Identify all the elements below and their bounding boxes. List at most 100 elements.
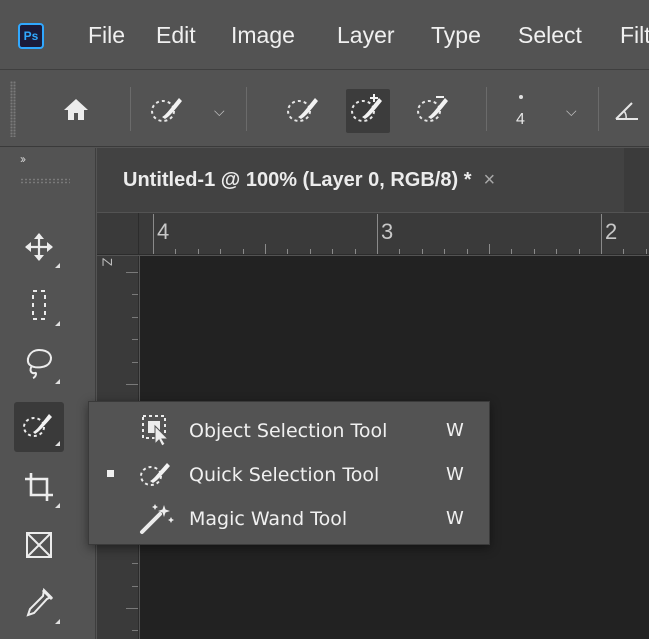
flyout-item-label: Object Selection Tool: [189, 420, 388, 442]
flyout-item-label: Magic Wand Tool: [189, 508, 348, 530]
options-bar: ⌵ 4 ⌵: [0, 71, 649, 147]
options-separator: [598, 87, 599, 131]
ruler-label: 4: [157, 219, 170, 244]
ruler-tick: [355, 249, 356, 254]
ruler-tick: [132, 630, 138, 631]
crop-tool-icon: [23, 471, 55, 508]
ruler-tick: [579, 249, 580, 254]
move-tool[interactable]: [14, 224, 64, 274]
brush-dot-icon: [519, 95, 523, 99]
ruler-tick: [132, 339, 138, 340]
new-selection-button[interactable]: [284, 91, 324, 131]
close-icon[interactable]: ×: [484, 169, 496, 192]
ruler-tick: [377, 214, 378, 254]
document-tab[interactable]: Untitled-1 @ 100% (Layer 0, RGB/8) * ×: [97, 148, 624, 212]
menu-image[interactable]: Image: [231, 22, 295, 49]
flyout-item-magic-wand[interactable]: Magic Wand Tool W: [89, 496, 489, 540]
ruler-tick: [126, 608, 138, 609]
ruler-tick: [467, 249, 468, 254]
ruler-tick: [126, 384, 138, 385]
ruler-tick: [623, 249, 624, 254]
eyedropper-tool[interactable]: [14, 580, 64, 630]
menu-layer[interactable]: Layer: [337, 22, 395, 49]
ruler-tick: [220, 249, 221, 254]
flyout-item-label: Quick Selection Tool: [189, 464, 380, 486]
ruler-tick: [126, 272, 138, 273]
ruler-tick: [132, 294, 138, 295]
tools-panel-grip[interactable]: [20, 178, 70, 184]
document-tab-bar: Untitled-1 @ 100% (Layer 0, RGB/8) * ×: [97, 148, 649, 212]
ruler-tick: [399, 249, 400, 254]
selection-tools-flyout: Object Selection Tool W Quick Selection …: [88, 401, 490, 545]
options-separator: [486, 87, 487, 131]
ruler-tick: [132, 317, 138, 318]
quick-selection-icon: [137, 456, 177, 492]
selected-indicator: [107, 470, 114, 477]
ruler-origin[interactable]: [97, 213, 139, 255]
ruler-tick: [198, 249, 199, 254]
new-selection-brush-icon: [285, 93, 323, 130]
options-separator: [130, 87, 131, 131]
tool-group-indicator: [55, 321, 60, 326]
tool-group-indicator: [55, 503, 60, 508]
tool-group-indicator: [55, 441, 60, 446]
frame-tool[interactable]: [14, 522, 64, 572]
menu-filter[interactable]: Filt: [620, 22, 649, 49]
ruler-tick: [132, 563, 138, 564]
brush-size-value: 4: [516, 111, 525, 128]
options-separator: [246, 87, 247, 131]
menu-file[interactable]: File: [88, 22, 125, 49]
collapse-panel-button[interactable]: ››: [20, 152, 26, 166]
tool-preset-picker[interactable]: [142, 91, 194, 131]
lasso-tool[interactable]: [14, 340, 64, 390]
menu-edit[interactable]: Edit: [156, 22, 196, 49]
brush-size-picker[interactable]: 4: [508, 87, 538, 135]
tools-panel: ››: [0, 148, 96, 639]
photoshop-logo[interactable]: Ps: [18, 23, 44, 49]
object-selection-icon: [137, 412, 177, 448]
menu-select[interactable]: Select: [518, 22, 582, 49]
ruler-tick: [243, 249, 244, 254]
add-to-selection-button[interactable]: [346, 89, 390, 133]
ruler-tick: [153, 214, 154, 254]
ruler-label: 3: [381, 219, 394, 244]
flyout-item-quick-selection[interactable]: Quick Selection Tool W: [89, 452, 489, 496]
ruler-tick: [511, 249, 512, 254]
ruler-tick: [534, 249, 535, 254]
quick-selection-tool-icon: [21, 410, 57, 445]
marquee-tool-icon: [24, 288, 54, 327]
magic-wand-icon: [137, 500, 177, 536]
marquee-tool[interactable]: [14, 282, 64, 332]
subtract-from-selection-brush-icon: [415, 93, 453, 130]
crop-tool[interactable]: [14, 464, 64, 514]
ruler-tick: [601, 214, 602, 254]
tool-group-indicator: [55, 263, 60, 268]
quick-selection-tool[interactable]: [14, 402, 64, 452]
lasso-tool-icon: [23, 346, 55, 385]
angle-icon[interactable]: [614, 99, 640, 128]
ruler-tick: [556, 249, 557, 254]
ruler-tick: [646, 249, 647, 254]
eyedropper-tool-icon: [24, 587, 54, 624]
horizontal-ruler[interactable]: 4 3 2: [97, 213, 649, 255]
ruler-label: 2: [605, 219, 618, 244]
home-icon: [63, 97, 89, 126]
quick-selection-icon: [148, 93, 188, 130]
flyout-item-object-selection[interactable]: Object Selection Tool W: [89, 408, 489, 452]
flyout-item-shortcut: W: [446, 464, 464, 485]
move-tool-icon: [24, 232, 54, 267]
flyout-item-shortcut: W: [446, 420, 464, 441]
chevron-down-icon[interactable]: ⌵: [566, 103, 577, 120]
ruler-tick: [132, 362, 138, 363]
chevron-down-icon[interactable]: ⌵: [214, 103, 225, 120]
menu-bar: Ps File Edit Image Layer Type Select Fil…: [0, 0, 649, 70]
home-button[interactable]: [56, 91, 96, 131]
options-bar-grip[interactable]: [10, 81, 16, 137]
tool-group-indicator: [55, 379, 60, 384]
tool-group-indicator: [55, 619, 60, 624]
ruler-tick: [175, 249, 176, 254]
menu-type[interactable]: Type: [431, 22, 481, 49]
ruler-tick: [287, 249, 288, 254]
ruler-tick: [444, 249, 445, 254]
subtract-from-selection-button[interactable]: [414, 91, 454, 131]
